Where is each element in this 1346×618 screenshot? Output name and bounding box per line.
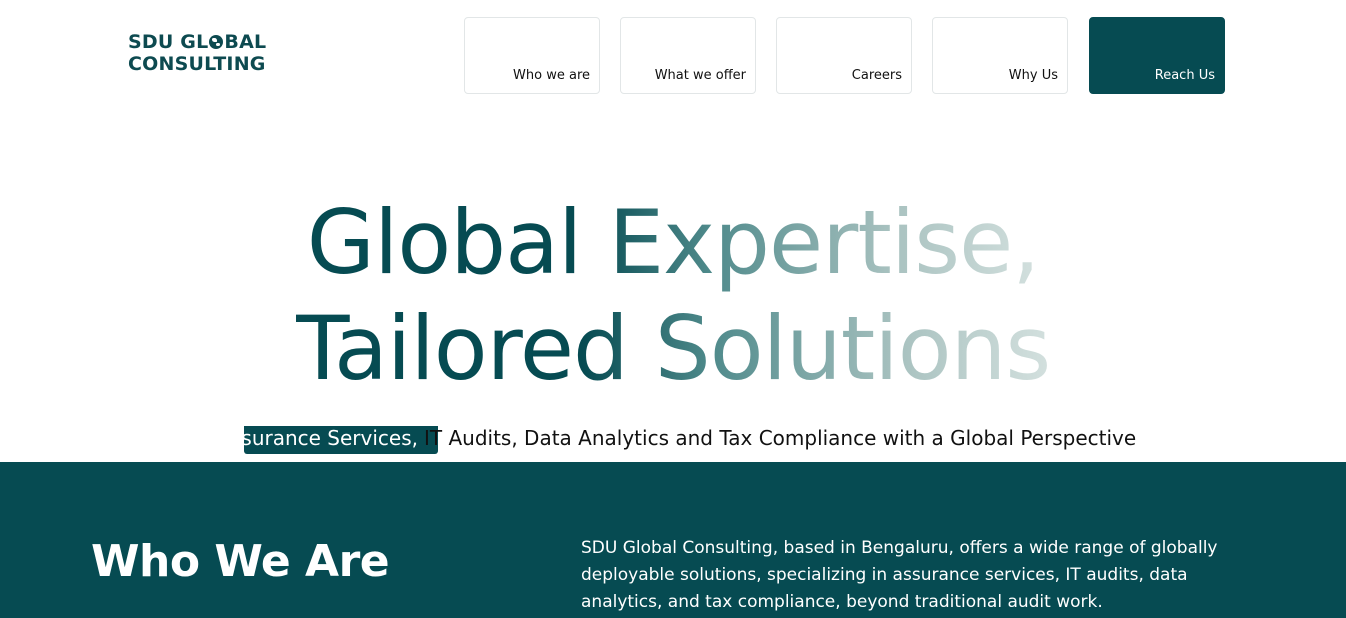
nav-label: Why Us [1008, 68, 1058, 83]
logo-text-end: BAL [224, 31, 267, 53]
who-we-are-section: Who We Are SDU Global Consulting, based … [0, 462, 1346, 618]
who-we-are-title: Who We Are [91, 536, 390, 587]
globe-icon [209, 35, 224, 49]
who-we-are-description: SDU Global Consulting, based in Bengalur… [581, 538, 1218, 612]
hero-title-line-2: Tailored Solutions [295, 297, 1051, 400]
nav-what-we-offer-button[interactable]: What we offer [620, 17, 756, 94]
nav-label: What we offer [654, 68, 746, 83]
nav-label: Careers [851, 68, 902, 83]
nav-label: Reach Us [1154, 68, 1215, 83]
site-header: SDU GL BAL CONSULTING Who we are What we … [0, 0, 1346, 120]
logo[interactable]: SDU GL BAL CONSULTING [128, 31, 266, 75]
hero-title-line-1: Global Expertise, [306, 191, 1040, 294]
reach-us-button[interactable]: Reach Us [1089, 17, 1225, 94]
tagline-text: IT Audits, Data Analytics and Tax Compli… [424, 426, 1137, 450]
hero-title: Global Expertise, Tailored Solutions [0, 190, 1346, 402]
nav-label: Who we are [513, 68, 590, 83]
tagline-highlight-text: Assurance Services, [244, 426, 418, 450]
logo-line-1: SDU GL BAL [128, 31, 266, 53]
nav-careers-button[interactable]: Careers [776, 17, 912, 94]
nav-why-us-button[interactable]: Why Us [932, 17, 1068, 94]
logo-text-start: SDU GL [128, 31, 209, 53]
tagline-highlight: Assurance Services, [244, 426, 438, 454]
nav-who-we-are-button[interactable]: Who we are [464, 17, 600, 94]
hero-tagline: Assurance Services, IT Audits, Data Anal… [0, 426, 1346, 456]
logo-line-2: CONSULTING [128, 53, 266, 75]
